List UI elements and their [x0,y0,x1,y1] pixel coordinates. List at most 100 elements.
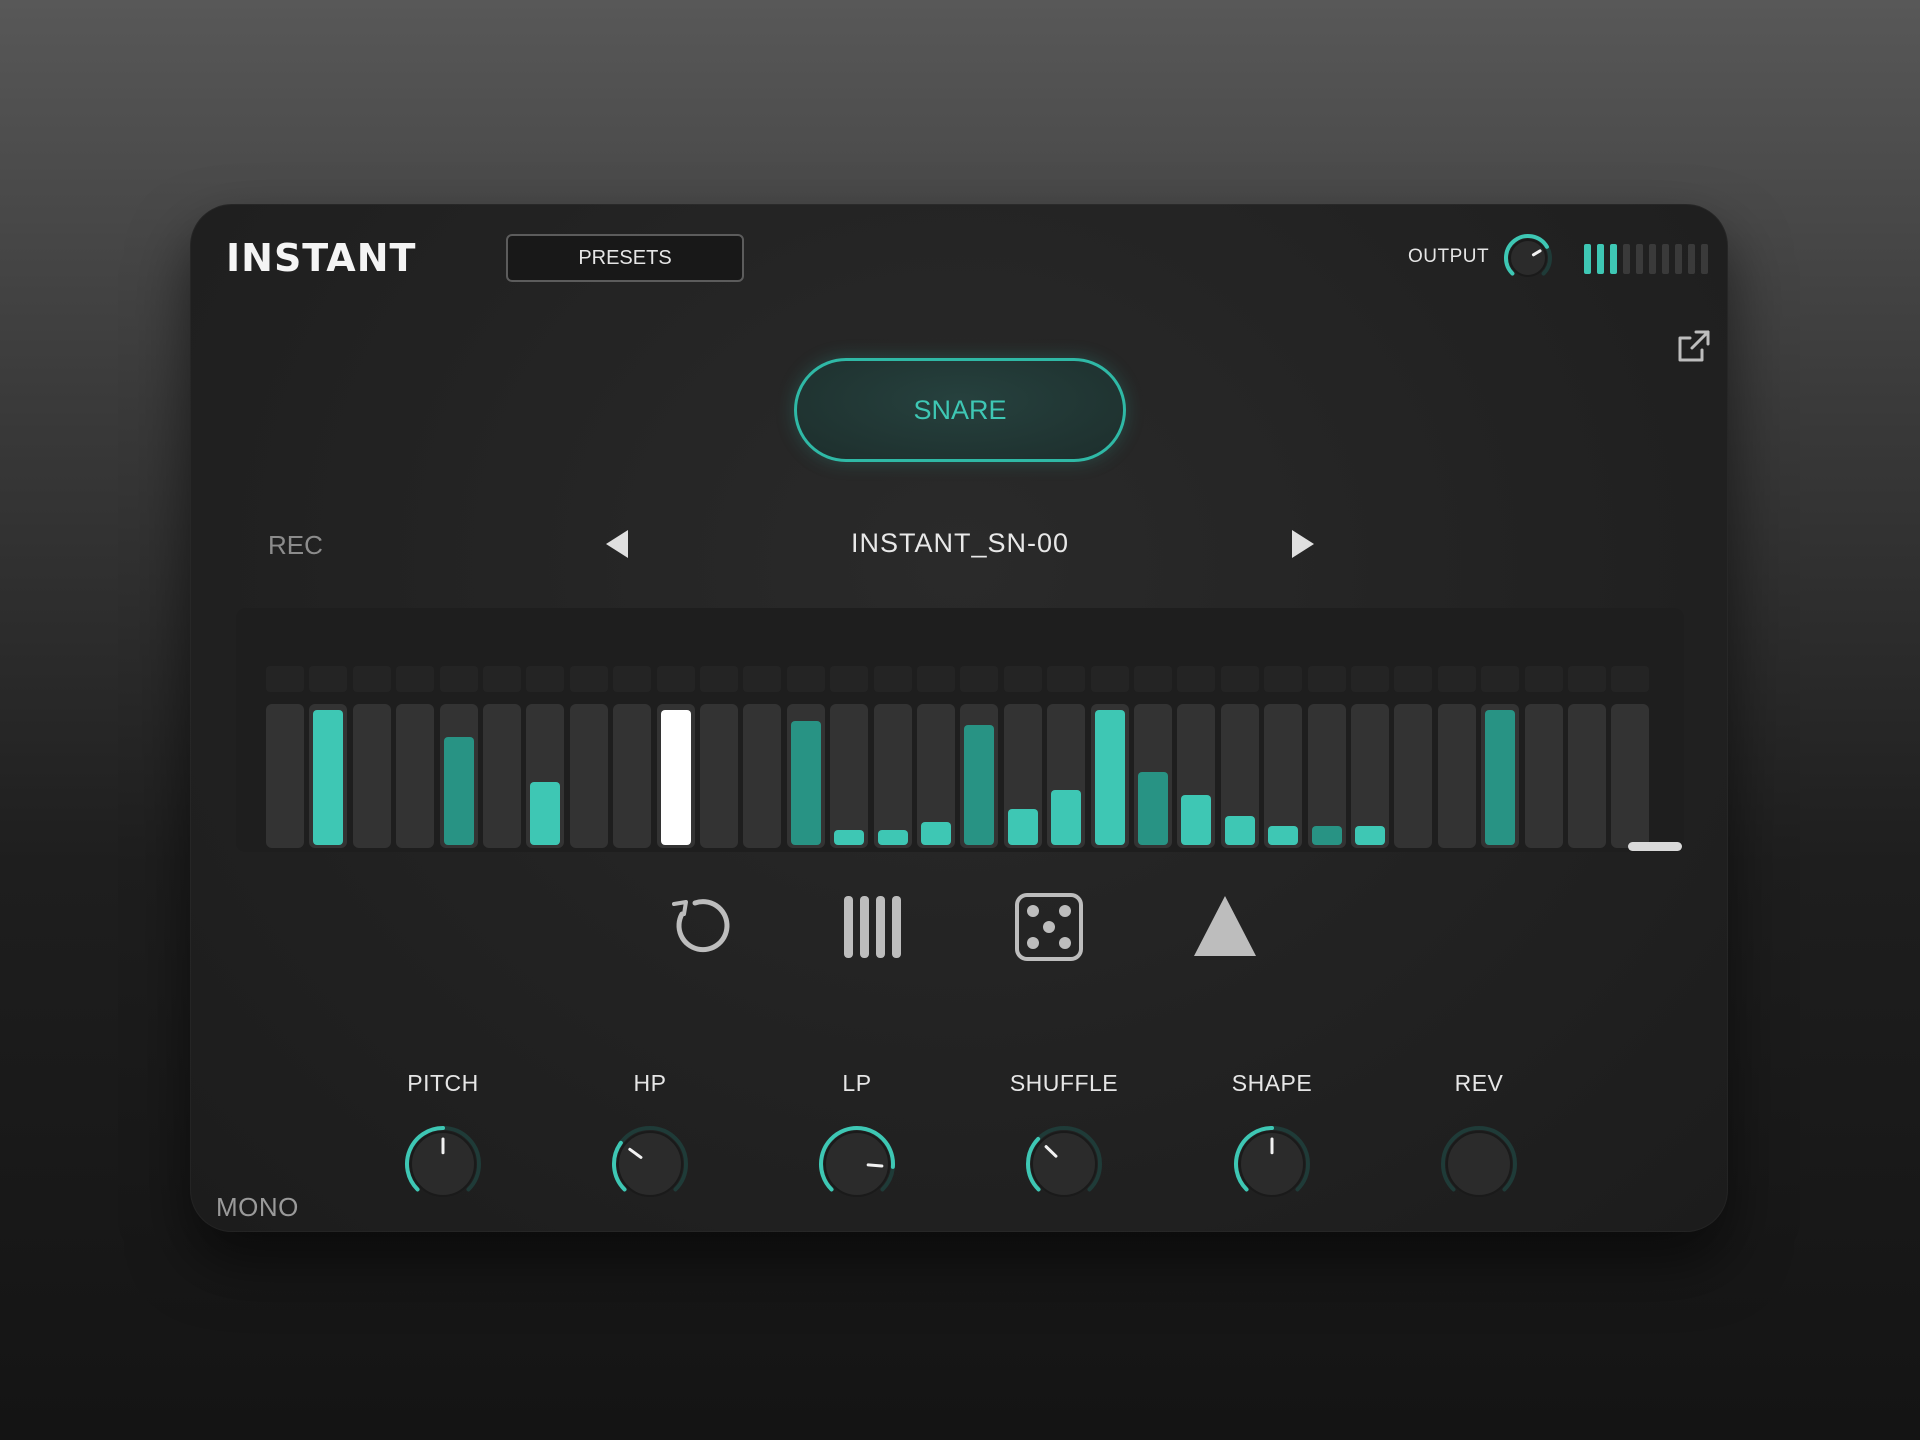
step-column[interactable] [1220,704,1259,848]
step-indicator[interactable] [656,666,695,692]
step-column[interactable] [960,704,999,848]
step-column[interactable] [569,704,608,848]
step-indicator[interactable] [743,666,782,692]
step-indicator[interactable] [266,666,304,692]
step-column[interactable] [1568,704,1606,848]
step-indicator[interactable] [1351,666,1389,692]
mono-toggle[interactable]: MONO [216,1192,299,1223]
step-column[interactable] [1481,704,1520,848]
step-sequencer [236,608,1684,852]
step-indicator[interactable] [1003,666,1042,692]
step-column[interactable] [917,704,955,848]
step-column[interactable] [1177,704,1216,848]
step-column[interactable] [483,704,521,848]
output-level-meter [1584,244,1708,274]
step-indicator[interactable] [1568,666,1606,692]
knob-body [617,1131,683,1197]
step-column[interactable] [830,704,869,848]
step-column[interactable] [1003,704,1042,848]
external-link-icon[interactable] [1674,326,1714,366]
step-column[interactable] [1134,704,1172,848]
meter-segment [1610,244,1617,274]
step-indicator[interactable] [526,666,565,692]
instrument-button[interactable]: SNARE [794,358,1126,462]
step-column[interactable] [439,704,478,848]
step-indicator[interactable] [1611,666,1650,692]
knob-hp[interactable] [610,1124,690,1204]
step-indicator[interactable] [830,666,869,692]
step-column[interactable] [352,704,391,848]
step-velocity-bar [1094,710,1125,845]
step-column[interactable] [1437,704,1476,848]
step-column[interactable] [656,704,695,848]
output-knob[interactable] [1502,232,1554,284]
step-column[interactable] [1394,704,1433,848]
knob-shape[interactable] [1232,1124,1312,1204]
dice-icon[interactable] [1014,892,1084,962]
step-indicator[interactable] [613,666,652,692]
step-column[interactable] [1524,704,1563,848]
step-column[interactable] [1307,704,1346,848]
meter-segment [1675,244,1682,274]
next-sample-arrow-icon[interactable] [1292,530,1314,558]
step-column[interactable] [309,704,348,848]
step-column[interactable] [526,704,565,848]
step-velocity-bar [1485,710,1516,845]
step-column[interactable] [396,704,435,848]
step-velocity-bar [964,725,995,845]
step-indicator[interactable] [917,666,955,692]
step-indicator[interactable] [396,666,435,692]
knob-pitch[interactable] [403,1124,483,1204]
presets-button[interactable]: PRESETS [506,234,744,282]
knob-label-shuffle: SHUFFLE [1009,1070,1119,1096]
step-indicator[interactable] [1220,666,1259,692]
step-indicator[interactable] [1394,666,1433,692]
step-indicator[interactable] [1437,666,1476,692]
prev-sample-arrow-icon[interactable] [606,530,628,558]
step-indicator[interactable] [1307,666,1346,692]
step-indicator[interactable] [1177,666,1216,692]
step-indicator[interactable] [1481,666,1520,692]
step-velocity-bar [1007,809,1038,845]
step-indicator[interactable] [1090,666,1129,692]
step-indicator[interactable] [700,666,738,692]
step-indicator[interactable] [873,666,912,692]
step-column[interactable] [613,704,652,848]
step-indicator[interactable] [1047,666,1086,692]
step-indicator[interactable] [1134,666,1172,692]
step-column[interactable] [1264,704,1303,848]
triangle-icon[interactable] [1190,892,1260,962]
reset-icon[interactable] [660,892,730,962]
step-column[interactable] [743,704,782,848]
step-velocity-bar [834,830,865,845]
step-column[interactable] [1351,704,1389,848]
step-column[interactable] [1090,704,1129,848]
knob-shuffle[interactable] [1024,1124,1104,1204]
step-column[interactable] [266,704,304,848]
knob-rev[interactable] [1439,1124,1519,1204]
meter-segment [1597,244,1604,274]
knob-body [1031,1131,1097,1197]
rec-button[interactable]: REC [268,530,323,561]
step-indicator[interactable] [786,666,825,692]
step-indicator[interactable] [309,666,348,692]
step-column[interactable] [1047,704,1086,848]
knob-label-pitch: PITCH [407,1070,479,1096]
step-indicator[interactable] [1264,666,1303,692]
step-indicator[interactable] [960,666,999,692]
knob-lp[interactable] [817,1124,897,1204]
knob-pointer [866,1163,884,1168]
step-indicator[interactable] [569,666,608,692]
step-column[interactable] [873,704,912,848]
step-velocity-bar [877,830,908,845]
step-indicator[interactable] [483,666,521,692]
step-indicator[interactable] [352,666,391,692]
sequencer-length-handle[interactable] [1628,842,1682,851]
steps-icon[interactable] [836,892,906,962]
step-column[interactable] [786,704,825,848]
step-column[interactable] [1611,704,1650,848]
step-indicator[interactable] [1524,666,1563,692]
step-indicator[interactable] [439,666,478,692]
knob-label-lp: LP [842,1070,872,1096]
step-column[interactable] [700,704,738,848]
